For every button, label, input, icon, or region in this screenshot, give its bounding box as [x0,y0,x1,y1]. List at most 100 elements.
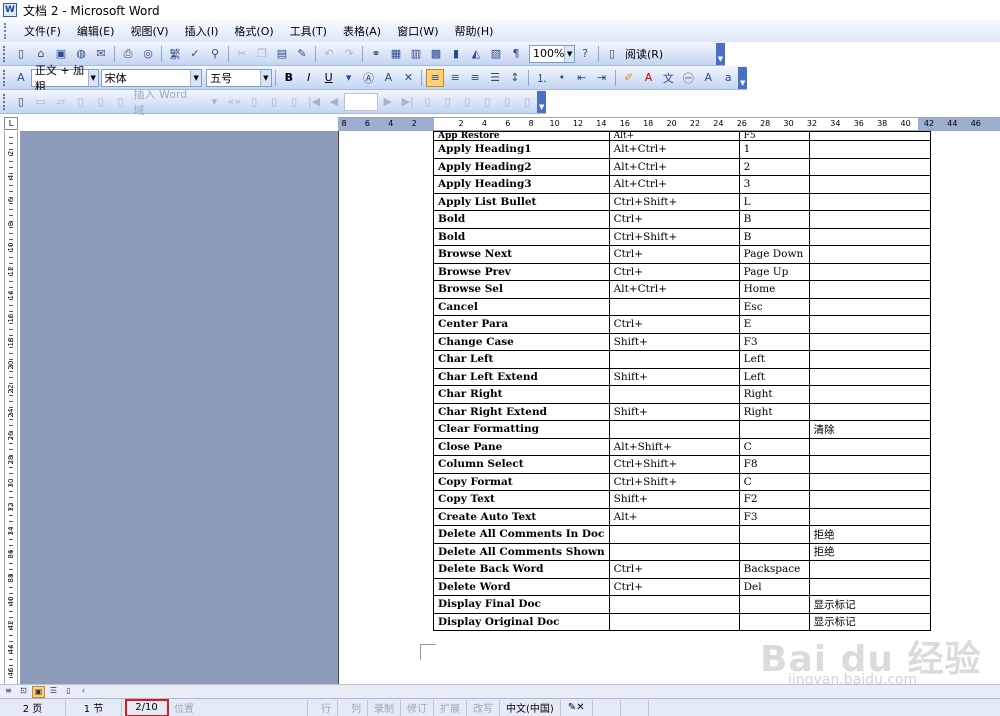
note-cell[interactable] [808,402,931,421]
insert-excel-icon[interactable]: ▩ [427,45,445,63]
key-cell[interactable]: B [738,227,810,246]
chevron-down-icon[interactable]: ▾ [340,69,358,87]
document-map-icon[interactable]: ▧ [487,45,505,63]
highlight-fields-icon[interactable]: ▯ [245,93,263,111]
command-cell[interactable]: Browse Next [433,245,610,264]
insert-hyperlink-icon[interactable]: ⚭ [367,45,385,63]
match-fields-icon[interactable]: ▯ [265,93,283,111]
command-cell[interactable]: Delete All Comments In Doc [433,525,610,544]
key-cell[interactable]: 3 [738,175,810,194]
menu-tools[interactable]: 工具(T) [282,21,335,41]
align-justify-icon[interactable]: ≡ [426,68,445,87]
command-cell[interactable]: Cancel [433,297,610,316]
command-cell[interactable]: Bold [433,227,610,246]
print-preview-icon[interactable]: ◎ [139,45,157,63]
table-row[interactable]: Delete Back Word Ctrl+ Backspace [433,560,931,579]
recipients-icon[interactable]: ▱ [52,93,70,111]
note-cell[interactable] [808,437,931,456]
modifier-cell[interactable]: Ctrl+ [608,210,740,229]
modifier-cell[interactable] [608,612,740,631]
reading-view-icon[interactable]: ▯ [62,686,75,698]
email-icon[interactable]: ✉ [92,45,110,63]
horizontal-ruler[interactable]: 8 6 4 2 2 4 6 8 10 12 14 16 18 20 22 24 26 28 30 32 34 36 38 40… [338,117,1000,131]
normal-view-icon[interactable]: ≡ [2,686,15,698]
key-cell[interactable]: F3 [738,332,810,351]
command-cell[interactable]: Browse Sel [433,280,610,299]
note-cell[interactable] [808,455,931,474]
columns-icon[interactable]: ▮ [447,45,465,63]
find-entry-icon[interactable]: ▯ [419,93,437,111]
note-cell[interactable]: 拒绝 [808,542,931,561]
modifier-cell[interactable]: Alt+ [608,507,740,526]
note-cell[interactable]: 显示标记 [808,595,931,614]
note-cell[interactable] [808,175,931,194]
command-cell[interactable]: Close Pane [433,437,610,456]
modifier-cell[interactable]: Alt+Shift+ [608,437,740,456]
key-cell[interactable]: B [738,210,810,229]
table-row[interactable]: Close Pane Alt+Shift+ C [433,437,931,456]
table-row[interactable]: Change Case Shift+ F3 [433,332,931,351]
help-icon[interactable]: ? [576,45,594,63]
merge-fields-icon[interactable]: ▯ [112,93,130,111]
table-row[interactable]: Char Right Extend Shift+ Right [433,402,931,421]
command-cell[interactable]: Char Right Extend [433,402,610,421]
modifier-cell[interactable]: Ctrl+Shift+ [608,227,740,246]
character-border-icon[interactable]: Ⓐ [360,69,378,87]
modifier-cell[interactable]: Ctrl+Shift+ [608,472,740,491]
command-cell[interactable]: Delete All Comments Shown [433,542,610,561]
merge-to-printer-icon[interactable]: ▯ [478,93,496,111]
view-merged-data-icon[interactable]: «» [225,93,243,111]
key-cell[interactable]: Home [738,280,810,299]
command-cell[interactable]: Char Left [433,350,610,369]
table-row[interactable]: Copy Text Shift+ F2 [433,490,931,509]
check-errors-icon[interactable]: ▯ [439,93,457,111]
command-cell[interactable]: Copy Format [433,472,610,491]
modifier-cell[interactable]: Ctrl+ [608,315,740,334]
insert-table-icon[interactable]: ▥ [407,45,425,63]
table-row[interactable]: Char Right Right [433,385,931,404]
note-cell[interactable] [808,507,931,526]
command-cell[interactable]: Apply List Bullet [433,192,610,211]
traditional-chinese-icon[interactable]: 繁 [166,45,184,63]
table-row[interactable]: Delete All Comments Shown 拒绝 [433,542,931,561]
note-cell[interactable] [808,262,931,281]
zoom-select[interactable]: 100% ▼ [529,44,575,63]
note-cell[interactable] [808,210,931,229]
table-row[interactable]: Apply Heading3 Alt+Ctrl+ 3 [433,175,931,194]
table-row[interactable]: Delete Word Ctrl+ Del [433,577,931,596]
table-row[interactable]: Display Original Doc 显示标记 [433,612,931,631]
grow-font-icon[interactable]: A [699,69,717,87]
decrease-indent-icon[interactable]: ⇤ [573,69,591,87]
note-cell[interactable] [808,490,931,509]
redo-icon[interactable]: ↷ [340,45,358,63]
command-cell[interactable]: App Restore [433,131,610,141]
key-cell[interactable]: F5 [738,131,810,141]
show-hide-icon[interactable]: ¶ [507,45,525,63]
note-cell[interactable] [808,227,931,246]
outline-view-icon[interactable]: ☰ [47,686,60,698]
chevron-down-icon[interactable]: ▼ [190,69,202,86]
key-cell[interactable] [738,420,810,439]
modifier-cell[interactable]: Ctrl+Shift+ [608,192,740,211]
enclosed-character-icon[interactable]: ㊀ [679,69,697,87]
research-icon[interactable]: ⚲ [206,45,224,63]
character-scaling-icon[interactable]: ✕ [399,69,417,87]
table-row[interactable]: Browse Sel Alt+Ctrl+ Home [433,280,931,299]
modifier-cell[interactable]: Ctrl+ [608,262,740,281]
tab-selector[interactable]: L [4,117,18,130]
key-cell[interactable] [738,612,810,631]
tables-borders-icon[interactable]: ▦ [387,45,405,63]
chevron-down-icon[interactable]: ▾ [205,93,223,111]
propagate-labels-icon[interactable]: ▯ [285,93,303,111]
note-cell[interactable] [808,577,931,596]
table-row[interactable]: Create Auto Text Alt+ F3 [433,507,931,526]
modifier-cell[interactable] [608,297,740,316]
print-layout-icon[interactable]: ▣ [32,685,45,698]
paste-icon[interactable]: ▤ [273,45,291,63]
save-icon[interactable]: ▣ [52,45,70,63]
command-cell[interactable]: Create Auto Text [433,507,610,526]
modifier-cell[interactable]: Shift+ [608,402,740,421]
permission-icon[interactable]: ◍ [72,45,90,63]
note-cell[interactable]: 显示标记 [808,612,931,631]
command-cell[interactable]: Delete Back Word [433,560,610,579]
